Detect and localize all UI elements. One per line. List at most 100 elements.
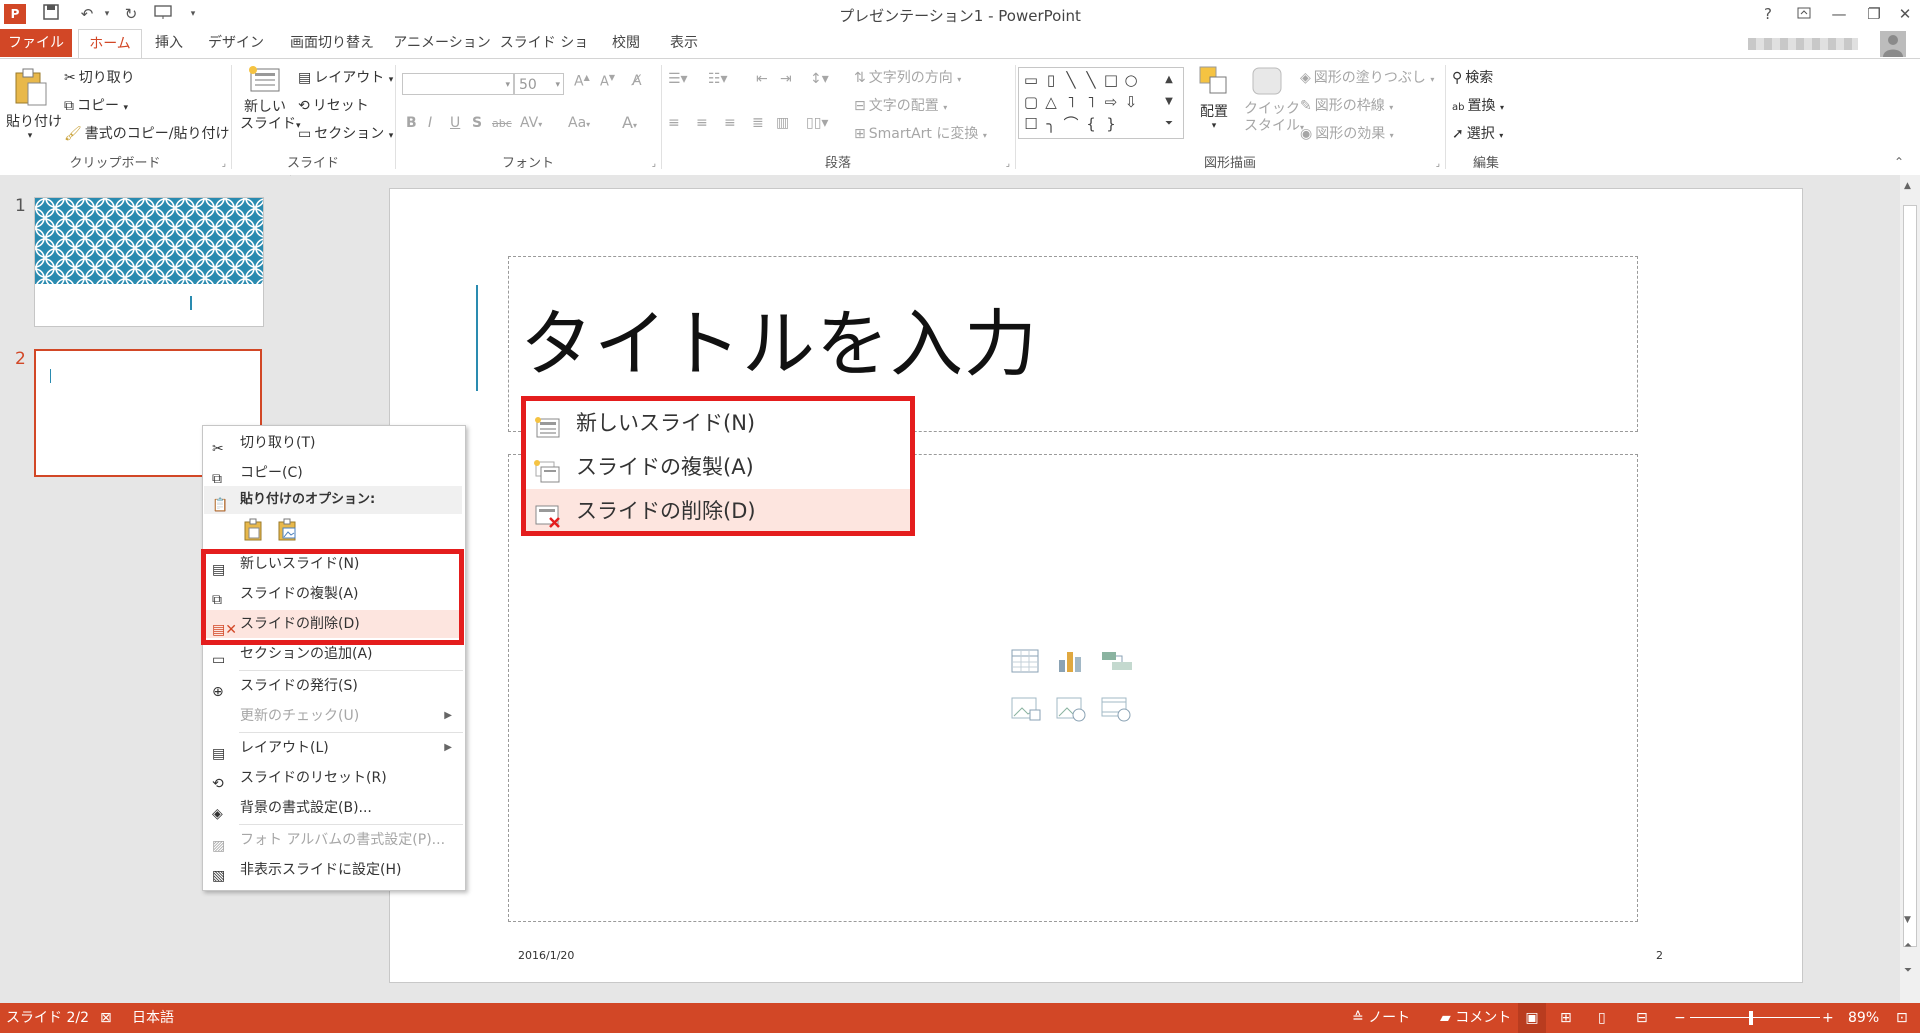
zoom-slider[interactable] (1690, 1017, 1820, 1018)
line-shape-icon[interactable]: ╲ (1061, 70, 1081, 90)
align-text-button[interactable]: ⊟ 文字の配置 ▾ (854, 95, 947, 115)
underline-button[interactable]: U (450, 115, 460, 131)
italic-button[interactable]: I (428, 115, 432, 131)
copy-dropdown-icon[interactable]: ▾ (123, 103, 128, 113)
arrange-button[interactable]: 配置 ▾ (1194, 65, 1234, 131)
scroll-up-icon[interactable]: ▲ (1904, 181, 1911, 191)
brace-shape-icon[interactable]: { (1081, 114, 1101, 134)
shape-effects-button[interactable]: ◉ 図形の効果 ▾ (1300, 123, 1394, 143)
distributed-icon[interactable]: ▥ (776, 115, 789, 131)
clear-formatting-icon[interactable]: A̸ (632, 73, 642, 89)
zoom-in-icon[interactable]: + (1822, 1003, 1834, 1033)
convert-smartart-button[interactable]: ⊞ SmartArt に変換 ▾ (854, 123, 987, 143)
tab-view[interactable]: 表示 (658, 29, 710, 57)
normal-view-icon[interactable]: ▣ (1518, 1003, 1546, 1033)
textbox-shape-icon[interactable]: ▭ (1021, 70, 1041, 90)
grow-font-button[interactable]: A▲ (574, 73, 590, 90)
font-name-combo[interactable]: ▾ (402, 73, 514, 95)
menu-item-reset-slide[interactable]: ⟲ スライドのリセット(R) (204, 764, 462, 792)
copy-button[interactable]: ⧉ コピー ▾ (64, 95, 128, 115)
scroll-down-icon[interactable]: ▼ (1904, 915, 1911, 925)
insert-smartart-icon[interactable] (1100, 648, 1134, 674)
zoom-slider-thumb[interactable] (1749, 1011, 1753, 1025)
tab-file[interactable]: ファイル (0, 29, 72, 57)
insert-picture-icon[interactable] (1010, 694, 1042, 722)
paste-dropdown-icon[interactable]: ▾ (6, 131, 54, 141)
find-button[interactable]: ⚲ 検索 (1452, 67, 1493, 87)
spell-check-icon[interactable]: ⊠ (100, 1003, 112, 1033)
insert-chart-icon[interactable] (1055, 648, 1085, 674)
shadow-button[interactable]: S (472, 115, 482, 131)
connector-shape-icon[interactable]: ˥ (1081, 92, 1101, 112)
close-icon[interactable]: ✕ (1888, 2, 1920, 26)
minimize-icon[interactable]: — (1822, 2, 1856, 26)
slideshow-view-icon[interactable]: ⊟ (1636, 1003, 1648, 1033)
justify-icon[interactable]: ≣ (752, 115, 764, 131)
quick-styles-button[interactable]: クイック スタイル▾ (1244, 65, 1304, 136)
line-spacing-icon[interactable]: ↕▾ (810, 71, 829, 87)
paste-button[interactable]: 貼り付け ▾ (6, 67, 62, 153)
collapse-ribbon-icon[interactable]: ⌃ (1894, 155, 1904, 169)
gallery-more-icon[interactable]: ⏷ (1159, 114, 1179, 134)
bold-button[interactable]: B (406, 115, 417, 131)
tab-animations[interactable]: アニメーション (392, 29, 492, 57)
fit-to-window-icon[interactable]: ⊡ (1896, 1003, 1908, 1033)
menu-item-publish-slides[interactable]: ⊕ スライドの発行(S) (204, 672, 462, 700)
drawing-dialog-launcher-icon[interactable]: ⌟ (1436, 159, 1440, 169)
replace-button[interactable]: ab 置換 ▾ (1452, 95, 1504, 115)
insert-online-picture-icon[interactable] (1055, 694, 1087, 722)
menu-item-layout[interactable]: ▤ レイアウト(L) ▶ (204, 734, 462, 762)
align-right-icon[interactable]: ≡ (724, 115, 736, 131)
comments-button[interactable]: ▰ コメント (1440, 1003, 1511, 1033)
menu-item-hide-slide[interactable]: ▧ 非表示スライドに設定(H) (204, 856, 462, 884)
shrink-font-button[interactable]: A▼ (600, 73, 615, 89)
change-case-button[interactable]: Aa▾ (568, 115, 590, 131)
rounded-rectangle-shape-icon[interactable]: ▢ (1021, 92, 1041, 112)
insert-video-icon[interactable] (1100, 694, 1132, 722)
tab-insert[interactable]: 挿入 (146, 29, 192, 57)
shape-fill-button[interactable]: ◈ 図形の塗りつぶし ▾ (1300, 67, 1434, 87)
font-color-button[interactable]: A▾ (622, 113, 637, 132)
gallery-down-icon[interactable]: ▼ (1159, 92, 1179, 112)
character-spacing-button[interactable]: AV▾ (520, 115, 542, 131)
cut-button[interactable]: ✂ 切り取り (64, 67, 135, 87)
slide-indicator[interactable]: スライド 2/2 (6, 1003, 89, 1033)
font-dialog-launcher-icon[interactable]: ⌟ (652, 159, 656, 169)
menu-item-format-photo-album[interactable]: ▨ フォト アルバムの書式設定(P)... (204, 826, 462, 854)
connector-shape-icon[interactable]: ˥ (1061, 92, 1081, 112)
arc-shape-icon[interactable]: ⌒ (1061, 114, 1081, 134)
reading-view-icon[interactable]: ▯ (1598, 1003, 1606, 1033)
language-indicator[interactable]: 日本語 (132, 1003, 174, 1033)
clipboard-dialog-launcher-icon[interactable]: ⌟ (222, 159, 226, 169)
triangle-shape-icon[interactable]: △ (1041, 92, 1061, 112)
vertical-scrollbar[interactable]: ▲ ▼ ⏶ ⏷ (1900, 175, 1920, 1003)
user-account-name[interactable] (1748, 38, 1858, 50)
section-button[interactable]: ▭ セクション ▾ (298, 123, 393, 143)
down-arrow-shape-icon[interactable]: ⇩ (1121, 92, 1141, 112)
next-slide-icon[interactable]: ⏷ (1904, 965, 1912, 976)
slide-sorter-view-icon[interactable]: ⊞ (1560, 1003, 1572, 1033)
restore-icon[interactable]: ❐ (1857, 2, 1891, 26)
shapes-gallery[interactable]: ▭ ▯ ╲ ╲ □ ○ ▢ △ ˥ ˥ ⇨ ⇩ ☐ ╮ ⌒ { } ▲ ▼ ⏷ (1018, 67, 1184, 139)
scroll-thumb[interactable] (1903, 205, 1917, 947)
columns-icon[interactable]: ▯▯▾ (806, 115, 828, 131)
previous-slide-icon[interactable]: ⏶ (1904, 940, 1912, 951)
menu-item-cut[interactable]: ✂ 切り取り(T) (204, 429, 462, 457)
rectangle-shape-icon[interactable]: □ (1101, 70, 1121, 90)
help-button[interactable]: ? (1751, 2, 1785, 26)
insert-table-icon[interactable] (1010, 648, 1040, 674)
select-button[interactable]: ➚ 選択 ▾ (1452, 123, 1503, 143)
arrow-shape-icon[interactable]: ⇨ (1101, 92, 1121, 112)
new-slide-button[interactable]: 新しい スライド▾ (240, 65, 301, 135)
tab-home[interactable]: ホーム (78, 29, 142, 59)
menu-item-check-updates[interactable]: 更新のチェック(U) ▶ (204, 702, 462, 730)
slide-thumbnail-1[interactable] (34, 197, 264, 327)
paste-as-picture-icon[interactable] (275, 518, 299, 542)
ribbon-display-options-icon[interactable] (1787, 2, 1821, 26)
numbering-icon[interactable]: ☷▾ (708, 71, 728, 87)
text-direction-button[interactable]: ⇅ 文字列の方向 ▾ (854, 67, 961, 87)
format-painter-button[interactable]: 🖌 書式のコピー/貼り付け (64, 123, 230, 143)
tab-review[interactable]: 校閲 (600, 29, 652, 57)
reset-button[interactable]: ⟲ リセット (298, 95, 369, 115)
tab-transitions[interactable]: 画面切り替え (282, 29, 382, 57)
